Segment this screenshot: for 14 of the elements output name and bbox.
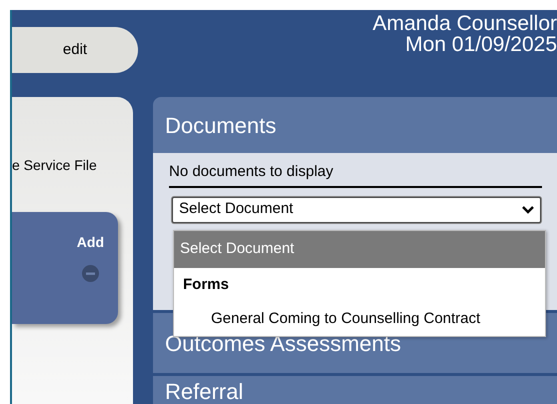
dropdown-option[interactable]: Select Document [174,231,545,268]
add-link[interactable]: Add [76,232,104,253]
document-select[interactable]: Select Document [172,196,541,222]
chevron-down-icon [522,206,534,214]
empty-message: No documents to display [169,161,542,188]
user-name: Amanda Counsellor [372,13,557,34]
current-date: Mon 01/09/2025 [405,34,557,55]
dropdown-option[interactable]: General Coming to Counselling Contract [174,302,545,336]
service-file-label: e Service File [12,156,98,175]
documents-header: Documents [153,97,557,153]
remove-icon[interactable] [82,265,99,282]
section-header[interactable]: Referral [153,376,557,404]
edit-button[interactable]: edit [12,27,138,73]
option-group-label: Forms [182,274,230,295]
